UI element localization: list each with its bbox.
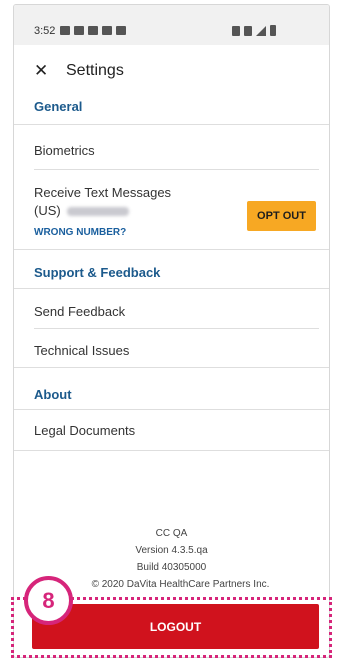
- sms-country-code: (US): [34, 203, 61, 218]
- close-icon[interactable]: ✕: [34, 62, 48, 79]
- image-icon: [102, 26, 112, 35]
- divider: [14, 288, 329, 289]
- divider: [14, 409, 329, 410]
- gallery-icon: [60, 26, 70, 35]
- app-build: Build 40305000: [136, 562, 207, 573]
- signal-icon: [256, 26, 266, 36]
- notification-icons: [60, 26, 126, 35]
- logout-button[interactable]: LOGOUT: [32, 604, 319, 649]
- section-general-title: General: [34, 99, 83, 114]
- divider: [14, 124, 329, 125]
- divider: [14, 249, 329, 250]
- mail-icon: [74, 26, 84, 35]
- battery-icon: [270, 25, 276, 36]
- divider: [14, 450, 329, 451]
- section-about-title: About: [34, 387, 72, 402]
- status-time: 3:52: [34, 25, 56, 37]
- phone-screen: 3:52 ✕ Settings General Biometrics Recei…: [13, 4, 330, 658]
- status-bar: 3:52: [14, 5, 329, 45]
- alarm-icon: [232, 26, 240, 36]
- sms-label-line2: (US): [34, 203, 129, 218]
- biometrics-item[interactable]: Biometrics: [34, 143, 95, 158]
- wrong-number-link[interactable]: WRONG NUMBER?: [34, 227, 126, 238]
- system-icons: [232, 25, 276, 36]
- settings-header: ✕ Settings: [14, 45, 329, 97]
- sms-label-line1: Receive Text Messages: [34, 185, 172, 200]
- technical-issues-item[interactable]: Technical Issues: [34, 343, 129, 358]
- message-icon: [88, 26, 98, 35]
- step-number-badge: 8: [24, 576, 73, 625]
- wifi-icon: [244, 26, 252, 36]
- divider: [34, 328, 319, 329]
- divider: [34, 169, 319, 170]
- app-version: Version 4.3.5.qa: [135, 545, 208, 556]
- blurred-phone-number: [66, 207, 129, 217]
- opt-out-button[interactable]: OPT OUT: [247, 201, 316, 231]
- page-title: Settings: [66, 62, 124, 79]
- section-support-title: Support & Feedback: [34, 265, 161, 280]
- send-feedback-item[interactable]: Send Feedback: [34, 304, 125, 319]
- divider: [14, 367, 329, 368]
- video-icon: [116, 26, 126, 35]
- legal-documents-item[interactable]: Legal Documents: [34, 423, 135, 438]
- app-name: CC QA: [155, 528, 188, 539]
